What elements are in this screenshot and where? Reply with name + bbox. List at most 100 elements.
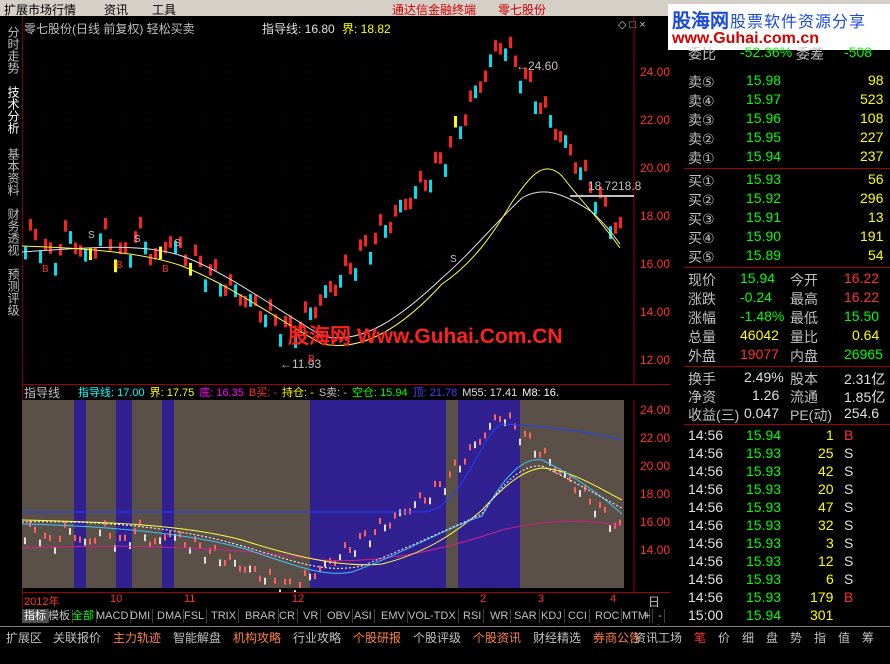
indicator-candle (354, 550, 356, 557)
candle (489, 54, 492, 68)
indicator-candle (99, 529, 101, 537)
bottom-toolbar: 扩展区 关联报价 主力轨迹 智能解盘 机构攻略 行业攻略 个股研报 个股评级 个股资讯 财经精选券… (0, 626, 890, 664)
quote-view-tab[interactable]: 筹 (862, 629, 874, 646)
indicator-candle (479, 438, 481, 445)
x-label: 10 (110, 593, 123, 605)
ask-volume: 108 (860, 110, 884, 126)
bottom-link[interactable]: 财经精选 (533, 629, 581, 646)
quote-view-tab[interactable]: 指 (814, 629, 826, 646)
quote-view-tab[interactable]: 价 (718, 629, 730, 646)
tab-intraday[interactable]: 分时走势 (3, 26, 20, 74)
indicator-candle (249, 565, 251, 573)
indicator-tab[interactable]: SAR (512, 609, 540, 623)
ask-label: 卖① (688, 150, 715, 166)
legend-item: 顶: 21.78 (412, 387, 458, 399)
tab-technical[interactable]: 技术分析 (3, 86, 20, 134)
indicator-tab[interactable]: 指标 (22, 609, 49, 623)
indicator-tab[interactable]: 模板 (46, 609, 73, 623)
bid-volume: 191 (860, 228, 884, 244)
bottom-link[interactable]: 个股研报 (353, 629, 401, 646)
left-tabs: 分时走势 技术分析 基本资料 财务透视 预测评级 (0, 16, 23, 622)
indicator-tab[interactable]: DMA (155, 609, 185, 623)
indicator-chart[interactable]: 指导线 指导线: 17.00 界: 17.75 底: 16.35 B买: - 持仓: -… (22, 384, 670, 592)
indicator-tab[interactable]: CCI (566, 609, 590, 623)
indicator-candle (49, 534, 51, 541)
bottom-link[interactable]: 行业攻略 (293, 629, 341, 646)
quote-value: 26965 (844, 346, 883, 362)
quote-view-tab[interactable]: 笔 (694, 629, 706, 646)
bottom-link[interactable]: 智能解盘 (173, 629, 221, 646)
fundamental-value: 1.26 (752, 387, 780, 403)
candle (354, 268, 357, 281)
indicator-tab[interactable]: KDJ (539, 609, 565, 623)
low-label: ←11.93 (280, 357, 321, 371)
price-chart[interactable]: 零七股份(日线 前复权) 轻松买卖 指导线: 16.80 界: 18.82 ◇ … (22, 16, 670, 385)
indicator-tab[interactable]: VOL-TDX (406, 609, 459, 623)
fundamental-label: 收益(三) (688, 407, 740, 423)
indicator-tab[interactable]: ROC (593, 609, 623, 623)
zoom-out-button[interactable]: - (656, 609, 665, 623)
indicator-candle (64, 521, 66, 528)
indicator-tab[interactable]: CR (277, 609, 298, 623)
bottom-link[interactable]: 扩展区 (6, 629, 42, 646)
indicator-candle (344, 542, 346, 549)
quote-value: 16.22 (844, 270, 880, 286)
candle (39, 250, 42, 264)
indicator-candle (134, 528, 136, 535)
zoom-in-button[interactable]: + (642, 609, 654, 623)
candle (574, 162, 577, 174)
svg-text:18.00: 18.00 (640, 209, 670, 223)
indicator-tab[interactable]: FSL (182, 609, 208, 623)
bottom-link[interactable]: 关联报价 (53, 629, 101, 646)
tick-volume: 6 (826, 571, 834, 587)
tick-time: 14:56 (688, 481, 724, 497)
indicator-tab[interactable]: BRAR (243, 609, 279, 623)
ratio-label: 委比 (688, 46, 716, 62)
candle (184, 254, 187, 267)
indicator-candle (229, 553, 231, 560)
candle (379, 214, 382, 226)
indicator-candle (129, 542, 131, 550)
svg-text:14.00: 14.00 (640, 305, 670, 319)
bid-price: 15.91 (746, 209, 782, 225)
bid-label: 买① (688, 173, 715, 189)
bottom-link[interactable]: 个股评级 (413, 629, 461, 646)
tick-volume: 25 (818, 445, 834, 461)
indicator-candle (204, 556, 206, 564)
indicator-tab[interactable]: WR (488, 609, 512, 623)
indicator-candle (304, 569, 306, 576)
tab-rating[interactable]: 预测评级 (3, 268, 20, 316)
line-label: 18.72 (588, 179, 618, 193)
indicator-tab[interactable]: 全部 (70, 609, 97, 623)
indicator-tab[interactable]: MACD (94, 609, 132, 623)
bottom-link[interactable]: 主力轨迹 (113, 629, 161, 646)
indicator-tab[interactable]: TRIX (209, 609, 240, 623)
indicator-legend: 指导线: 17.00 界: 17.75 底: 16.35 B买: - 持仓: - S卖: … (78, 384, 564, 400)
quote-value: -1.48% (740, 308, 785, 324)
indicator-tab[interactable]: RSI (461, 609, 485, 623)
legend-item: M55: 17.41 (462, 387, 518, 399)
indicator-candle (274, 577, 276, 584)
quote-panel: 委比 -52.36% 委差 -508 卖⑤ 15.98 98 卖④ 15.97 523 卖③ 15.9… (684, 44, 890, 626)
indicator-tab[interactable]: OBV (325, 609, 354, 623)
quote-view-tab[interactable]: 盘 (766, 629, 778, 646)
bottom-link[interactable]: 个股资讯 (473, 629, 521, 646)
bid-label: 买③ (688, 211, 715, 227)
indicator-tab[interactable]: ASI (352, 609, 375, 623)
tab-finance[interactable]: 财务透视 (3, 208, 20, 256)
indicator-tab[interactable]: EMV (379, 609, 408, 623)
indicator-tab[interactable]: VR (301, 609, 322, 623)
sell-marker: S (174, 238, 181, 249)
bottom-link[interactable]: 资讯工场 (634, 629, 682, 646)
quote-view-tab[interactable]: 势 (790, 629, 802, 646)
zone-band (74, 400, 86, 588)
indicator-tab[interactable]: DMI (128, 609, 154, 623)
quote-view-tab[interactable]: 值 (838, 629, 850, 646)
tab-fundamentals[interactable]: 基本资料 (3, 148, 20, 196)
bottom-link[interactable]: 机构攻略 (233, 629, 281, 646)
candle (259, 311, 262, 323)
svg-text:18.00: 18.00 (640, 487, 670, 501)
divider (684, 267, 890, 268)
divider (684, 424, 890, 425)
quote-view-tab[interactable]: 细 (742, 629, 754, 646)
